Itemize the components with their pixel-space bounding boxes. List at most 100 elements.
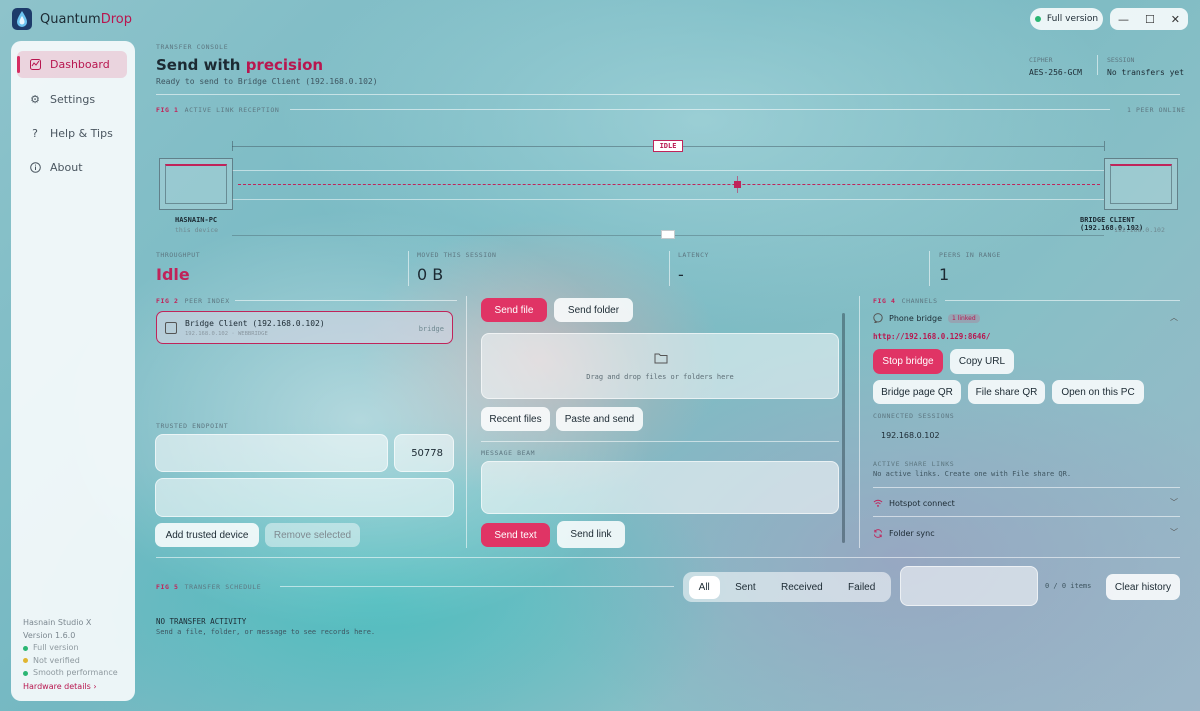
session-value: No transfers yet	[1107, 68, 1185, 77]
connected-sessions-label: CONNECTED SESSIONS	[873, 412, 955, 420]
stop-bridge-button[interactable]: Stop bridge	[873, 349, 943, 374]
send-folder-button[interactable]: Send folder	[554, 298, 633, 322]
send-file-button[interactable]: Send file	[481, 298, 547, 322]
copy-url-button[interactable]: Copy URL	[950, 349, 1014, 374]
status-dot-icon	[1034, 16, 1041, 22]
stat-latency: LATENCY -	[678, 251, 709, 284]
full-version-badge[interactable]: Full version	[1030, 8, 1103, 30]
sidebar-footer: Hasnain Studio X Version 1.6.0 Full vers…	[23, 617, 118, 693]
status-dot-icon	[23, 658, 28, 664]
chevron-down-icon[interactable]: ﹀	[1170, 497, 1178, 508]
chevron-down-icon[interactable]: ﹀	[1170, 527, 1178, 538]
window-controls: — ☐ ✕	[1110, 8, 1188, 30]
trusted-name-input[interactable]	[155, 478, 454, 517]
app-name: QuantumDrop	[40, 12, 132, 27]
add-trusted-device-button[interactable]: Add trusted device	[155, 523, 259, 547]
trusted-endpoint-label: TRUSTED ENDPOINT	[156, 422, 229, 430]
paste-and-send-button[interactable]: Paste and send	[556, 407, 643, 431]
sidebar-item-settings[interactable]: ⚙ Settings	[17, 86, 127, 113]
share-links-empty: No active links. Create one with File sh…	[873, 470, 1072, 478]
folder-icon	[654, 352, 668, 367]
status-performance: Smooth performance	[23, 667, 118, 680]
hotspot-connect-row[interactable]: Hotspot connect	[873, 498, 955, 508]
link-line	[238, 184, 1100, 185]
console-eyebrow: TRANSFER CONSOLE	[156, 43, 229, 51]
folder-sync-row[interactable]: Folder sync	[873, 528, 935, 538]
file-share-qr-button[interactable]: File share QR	[968, 380, 1045, 404]
studio-name: Hasnain Studio X	[23, 618, 92, 627]
bridge-page-qr-button[interactable]: Bridge page QR	[873, 380, 961, 404]
local-device-icon	[159, 158, 233, 210]
trusted-port-input[interactable]: 50778	[394, 434, 454, 472]
share-links-label: ACTIVE SHARE LINKS	[873, 460, 955, 468]
trusted-ip-input[interactable]	[155, 434, 388, 472]
timeline-handle[interactable]	[661, 230, 675, 239]
folder-sync-label: Folder sync	[889, 528, 935, 538]
peers-online: 1 PEER ONLINE	[1127, 106, 1186, 114]
title-bar: QuantumDrop Full version — ☐ ✕	[0, 0, 1200, 38]
minimize-button[interactable]: —	[1118, 13, 1129, 26]
sidebar-item-dashboard[interactable]: Dashboard	[17, 51, 127, 78]
send-link-button[interactable]: Send link	[557, 521, 625, 548]
tab-failed[interactable]: Failed	[838, 576, 885, 599]
cipher-meta: CIPHER AES-256-GCM	[1029, 56, 1082, 77]
connected-session-ip: 192.168.0.102	[881, 431, 940, 440]
page-subtitle: Ready to send to Bridge Client (192.168.…	[156, 77, 378, 86]
stat-moved: MOVED THIS SESSION 0 B	[417, 251, 497, 284]
app-version: Version 1.6.0	[23, 630, 76, 640]
stat-throughput: THROUGHPUT Idle	[156, 251, 201, 284]
peer-sub: 192.168.0.102 · WEBBRIDGE	[185, 331, 268, 337]
link-state-badge: IDLE	[653, 140, 683, 152]
recent-files-button[interactable]: Recent files	[481, 407, 550, 431]
tab-sent[interactable]: Sent	[725, 576, 766, 599]
page-title: Send with precision	[156, 56, 324, 74]
sidebar-item-help[interactable]: ? Help & Tips	[17, 120, 127, 147]
history-empty-subtitle: Send a file, folder, or message to see r…	[156, 628, 376, 636]
drop-zone-text: Drag and drop files or folders here	[586, 373, 734, 381]
remove-selected-button[interactable]: Remove selected	[265, 523, 360, 547]
chat-bubble-icon	[873, 313, 883, 323]
throughput-value: Idle	[156, 265, 190, 284]
phone-bridge-header[interactable]: Phone bridge 1 linked	[873, 313, 980, 323]
send-text-button[interactable]: Send text	[481, 523, 550, 547]
stat-peers: PEERS IN RANGE 1	[939, 251, 1001, 284]
chevron-up-icon[interactable]: ︿	[1170, 312, 1178, 323]
sidebar-item-label: Dashboard	[50, 58, 110, 71]
message-beam-label: MESSAGE BEAM	[481, 449, 536, 457]
fig2-header: FIG 2 PEER INDEX	[156, 297, 230, 305]
hotspot-label: Hotspot connect	[889, 498, 955, 508]
moved-value: 0 B	[417, 265, 444, 284]
info-icon	[29, 162, 41, 174]
clear-history-button[interactable]: Clear history	[1106, 574, 1180, 600]
peer-list-item[interactable]: Bridge Client (192.168.0.102) 192.168.0.…	[156, 311, 453, 344]
local-device-sub: this device	[175, 226, 219, 234]
scrollbar[interactable]	[842, 313, 845, 543]
app-logo-icon	[12, 8, 32, 30]
maximize-button[interactable]: ☐	[1145, 13, 1155, 26]
history-search-input[interactable]	[900, 566, 1038, 606]
session-meta: SESSION No transfers yet	[1107, 56, 1185, 77]
tab-received[interactable]: Received	[771, 576, 833, 599]
sidebar-item-about[interactable]: About	[17, 154, 127, 181]
remote-device-sub: 192.168.0.102	[1114, 226, 1165, 234]
sidebar-item-label: Help & Tips	[50, 127, 113, 140]
sidebar: Dashboard ⚙ Settings ? Help & Tips About…	[11, 41, 135, 701]
question-icon: ?	[32, 127, 38, 140]
open-on-pc-button[interactable]: Open on this PC	[1052, 380, 1144, 404]
bridge-url[interactable]: http://192.168.0.129:8646/	[873, 332, 990, 341]
tab-all[interactable]: All	[688, 575, 720, 599]
fig1-header: FIG 1 ACTIVE LINK RECEPTION	[156, 106, 280, 114]
drop-zone[interactable]: Drag and drop files or folders here	[481, 333, 839, 399]
fig4-header: FIG 4 CHANNELS	[873, 297, 938, 305]
gear-icon: ⚙	[30, 93, 40, 106]
device-icon	[165, 322, 177, 334]
message-input[interactable]	[481, 461, 839, 514]
hardware-details-link[interactable]: Hardware details ›	[23, 681, 118, 694]
close-button[interactable]: ✕	[1171, 13, 1180, 26]
peer-tag: bridge	[418, 325, 444, 333]
latency-value: -	[678, 265, 684, 284]
status-not-verified: Not verified	[23, 655, 118, 668]
status-full-version: Full version	[23, 642, 118, 655]
sidebar-item-label: Settings	[50, 93, 96, 106]
history-filter-tabs: All Sent Received Failed	[683, 572, 891, 602]
